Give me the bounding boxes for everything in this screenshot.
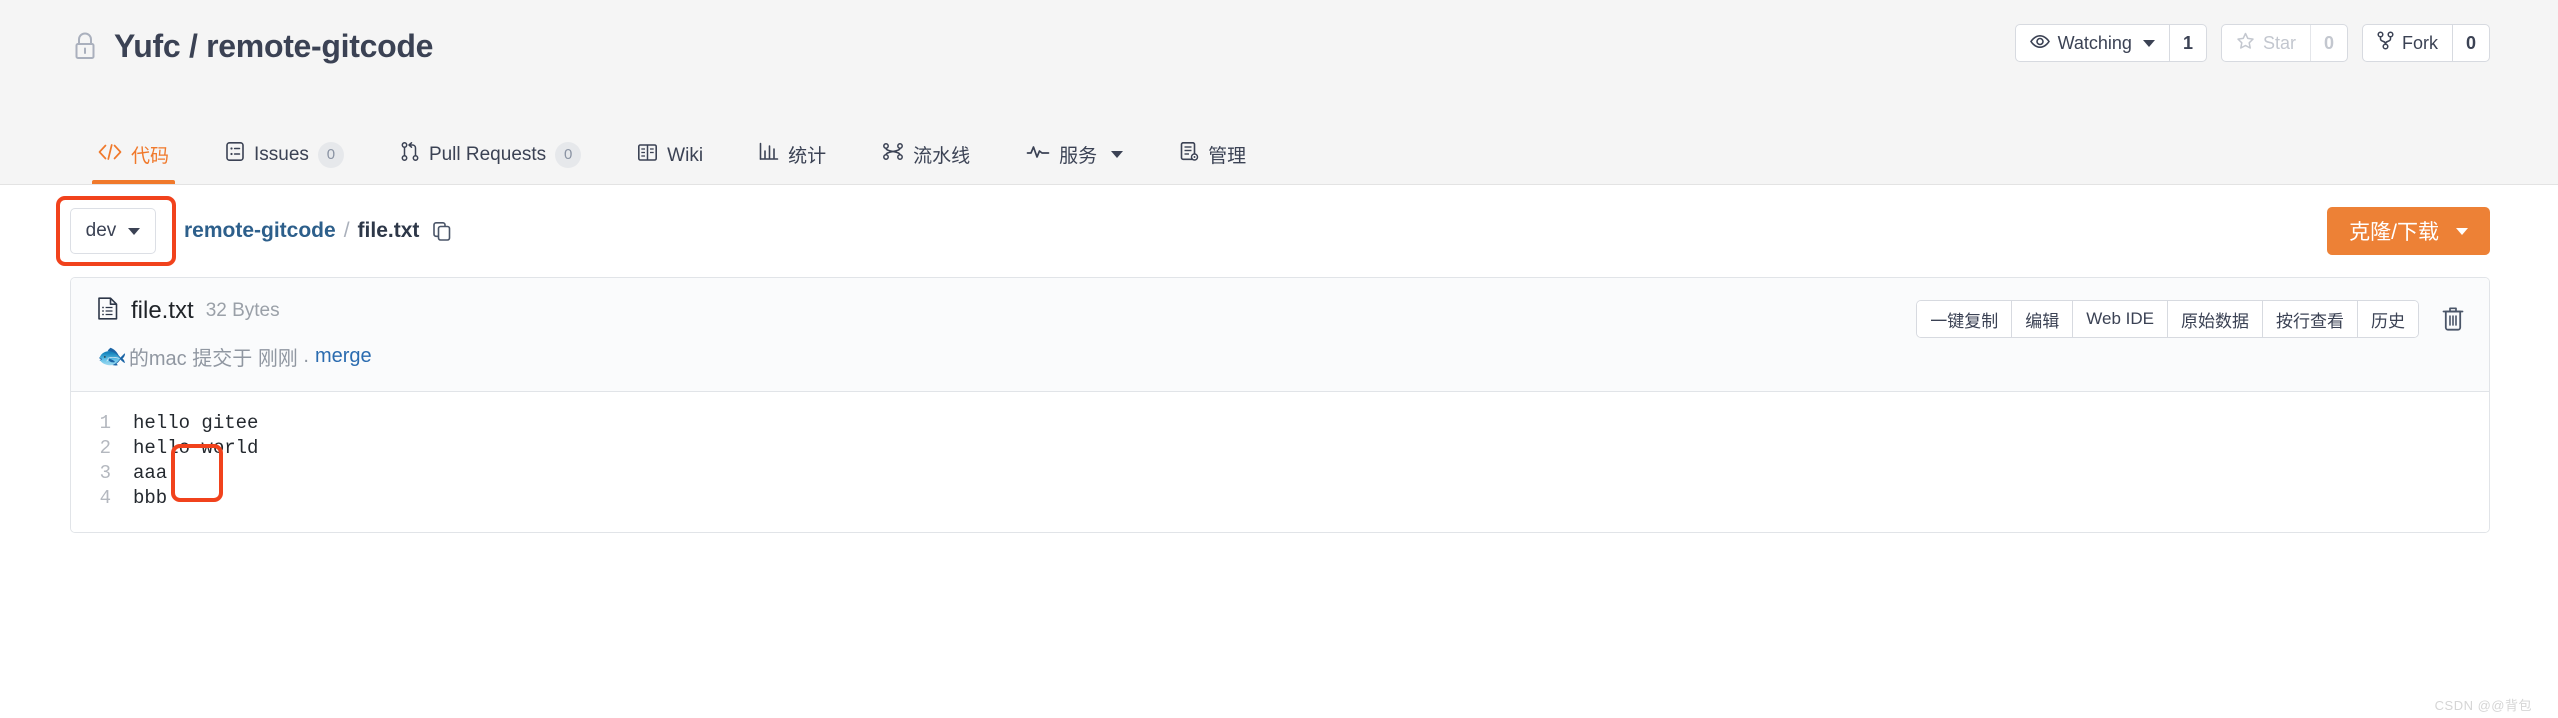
tab-code-label: 代码 (131, 146, 170, 167)
trash-icon[interactable] (2441, 306, 2465, 332)
breadcrumb-row: dev remote-gitcode / file.txt 克隆/下载 (0, 185, 2558, 277)
commit-action: 提交于 (192, 348, 253, 370)
branch-label: dev (85, 220, 117, 241)
history-button[interactable]: 历史 (2357, 301, 2418, 337)
active-tab-indicator (92, 180, 176, 184)
code-viewer: 1 hello gitee 2 hello world 3 aaa 4 bbb (71, 392, 2489, 532)
star-label: Star (2262, 32, 2296, 53)
service-pulse-icon (1026, 144, 1050, 166)
branch-selector[interactable]: dev (70, 208, 156, 254)
tab-stats[interactable]: 统计 (731, 141, 854, 184)
blame-button[interactable]: 按行查看 (2262, 301, 2357, 337)
tab-manage[interactable]: 管理 (1151, 141, 1274, 184)
tab-wiki[interactable]: Wiki (609, 143, 731, 184)
fish-avatar: 🐟 (97, 342, 127, 370)
commit-info-row: 🐟 的mac 提交于 刚刚 . merge (97, 342, 2463, 371)
commit-dot: . (303, 345, 309, 367)
line-content: hello gitee (133, 411, 259, 434)
tab-stats-label: 统计 (788, 146, 827, 167)
chevron-down-icon (2456, 227, 2468, 235)
star-button[interactable]: Star 0 (2220, 24, 2348, 62)
eye-icon (2029, 33, 2050, 54)
fork-count[interactable]: 0 (2451, 25, 2489, 61)
chevron-down-icon (1111, 151, 1124, 158)
tab-wiki-label: Wiki (667, 144, 704, 166)
file-name: file.txt (131, 297, 194, 324)
breadcrumb-separator: / (343, 219, 350, 242)
watermark: CSDN @@背包 (2434, 698, 2532, 713)
commit-message-link[interactable]: merge (315, 345, 372, 368)
file-action-button-group: 一键复制 编辑 Web IDE 原始数据 按行查看 历史 (1916, 300, 2419, 338)
tab-code[interactable]: 代码 (70, 141, 197, 184)
line-content: hello world (133, 436, 259, 459)
code-line: 3 aaa (71, 460, 2489, 485)
line-number: 1 (99, 411, 111, 434)
branch-selector-wrapper: dev (56, 196, 176, 266)
file-size: 32 Bytes (205, 300, 280, 321)
tab-services-label: 服务 (1059, 146, 1098, 167)
pipeline-icon (882, 142, 904, 167)
tab-manage-label: 管理 (1208, 146, 1247, 167)
commit-author: 的mac (128, 348, 187, 370)
repo-header: Yufc / remote-gitcode Watching 1 Star 0 … (0, 0, 2558, 185)
web-ide-button[interactable]: Web IDE (2072, 301, 2167, 337)
tab-pull-requests-count: 0 (555, 141, 582, 168)
manage-doc-icon (1179, 141, 1199, 168)
tab-pull-requests[interactable]: Pull Requests 0 (372, 141, 609, 184)
line-content: aaa (133, 461, 168, 484)
copy-icon[interactable] (432, 221, 452, 242)
tab-pipeline-label: 流水线 (913, 146, 971, 167)
breadcrumb-file-name: file.txt (357, 219, 420, 242)
code-line: 2 hello world (71, 435, 2489, 460)
file-card-header: file.txt 32 Bytes 🐟 的mac 提交于 刚刚 . merge … (71, 278, 2489, 392)
fork-main[interactable]: Fork (2363, 25, 2452, 61)
header-actions: Watching 1 Star 0 Fork 0 (2014, 24, 2490, 62)
file-text-icon (97, 296, 119, 326)
fork-button[interactable]: Fork 0 (2361, 24, 2490, 62)
edit-button[interactable]: 编辑 (2011, 301, 2073, 337)
lock-icon (70, 29, 100, 63)
tab-services[interactable]: 服务 (998, 141, 1151, 184)
line-number: 4 (99, 486, 111, 509)
copy-all-button[interactable]: 一键复制 (1917, 301, 2012, 337)
watch-label: Watching (2057, 32, 2132, 53)
nav-tabs: 代码 Issues 0 Pull Requests 0 Wiki 统计 流水线 … (70, 141, 1274, 184)
tab-pull-requests-label: Pull Requests (428, 143, 547, 165)
line-number: 3 (99, 461, 111, 484)
tab-issues[interactable]: Issues 0 (197, 141, 372, 184)
stats-chart-icon (759, 142, 779, 167)
fork-icon (2377, 31, 2394, 55)
raw-data-button[interactable]: 原始数据 (2167, 301, 2262, 337)
watch-button[interactable]: Watching 1 (2014, 24, 2207, 62)
tab-issues-label: Issues (254, 143, 309, 165)
fork-label: Fork (2401, 32, 2438, 53)
tab-pipeline[interactable]: 流水线 (854, 141, 998, 184)
issues-icon (225, 141, 245, 168)
star-main[interactable]: Star (2222, 25, 2310, 61)
breadcrumb: remote-gitcode / file.txt (184, 219, 452, 243)
breadcrumb-repo-link[interactable]: remote-gitcode (184, 219, 336, 243)
wiki-book-icon (637, 143, 658, 168)
tab-issues-count: 0 (317, 141, 344, 168)
line-content: bbb (133, 486, 168, 509)
code-icon (98, 143, 122, 166)
chevron-down-icon (128, 227, 141, 235)
watch-count[interactable]: 1 (2168, 25, 2206, 61)
file-actions: 一键复制 编辑 Web IDE 原始数据 按行查看 历史 (1916, 300, 2465, 338)
line-number: 2 (99, 436, 111, 459)
star-icon (2236, 32, 2255, 55)
file-card: file.txt 32 Bytes 🐟 的mac 提交于 刚刚 . merge … (70, 277, 2490, 533)
pull-request-icon (400, 141, 420, 168)
clone-download-label: 克隆/下载 (2349, 221, 2439, 244)
code-line: 1 hello gitee (71, 410, 2489, 435)
commit-time: 刚刚 (257, 348, 298, 370)
star-count[interactable]: 0 (2309, 25, 2347, 61)
page-title: Yufc / remote-gitcode (114, 27, 434, 64)
watch-main[interactable]: Watching (2016, 25, 2169, 61)
chevron-down-icon (2142, 39, 2155, 47)
clone-download-button[interactable]: 克隆/下载 (2327, 207, 2490, 255)
code-line: 4 bbb (71, 485, 2489, 510)
